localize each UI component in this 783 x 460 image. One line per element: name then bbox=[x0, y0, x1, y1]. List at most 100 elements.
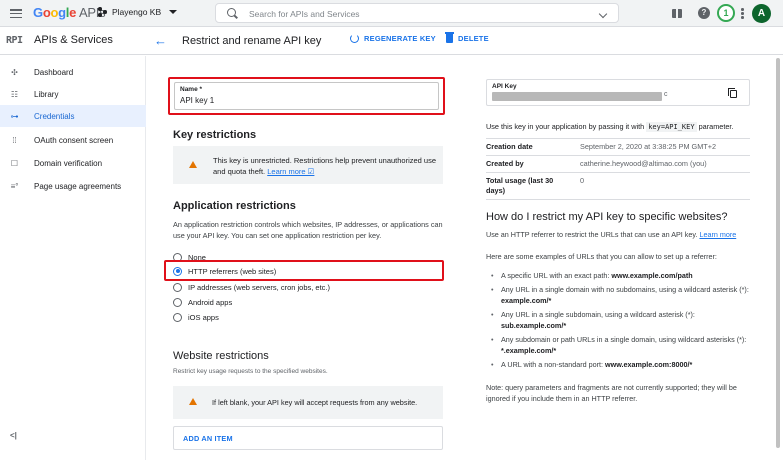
delete-label: DELETE bbox=[458, 34, 489, 43]
gift-icon[interactable] bbox=[672, 9, 682, 18]
warning-text: This key is unrestricted. Restrictions h… bbox=[213, 156, 437, 176]
library-icon: ☷ bbox=[10, 89, 19, 99]
sidebar-item-page-usage[interactable]: ≡° Page usage agreements bbox=[0, 175, 146, 197]
api-key-field[interactable]: API Key c bbox=[486, 79, 750, 106]
radio-label: iOS apps bbox=[188, 312, 219, 322]
regenerate-key-button[interactable]: REGENERATE KEY bbox=[350, 34, 436, 43]
list-item: Any URL in a single subdomain, using a w… bbox=[491, 309, 753, 331]
warning-icon bbox=[189, 161, 197, 168]
project-icon bbox=[98, 7, 108, 17]
avatar[interactable]: A bbox=[752, 4, 771, 23]
sidebar-item-oauth-consent[interactable]: ⁞⁞ OAuth consent screen bbox=[0, 129, 146, 151]
creation-date-value: September 2, 2020 at 3:38:25 PM GMT+2 bbox=[580, 138, 750, 156]
settings-list-icon: ≡° bbox=[10, 181, 19, 191]
website-restrictions-description: Restrict key usage requests to the speci… bbox=[173, 368, 328, 375]
page-title: Restrict and rename API key bbox=[182, 35, 322, 47]
copy-icon[interactable] bbox=[728, 88, 737, 98]
sidebar-item-domain-verification[interactable]: ☐ Domain verification bbox=[0, 152, 146, 174]
page-header: RPI APIs & Services ← Restrict and renam… bbox=[0, 27, 783, 55]
collapse-sidebar-icon[interactable]: <| bbox=[10, 431, 17, 440]
list-item: Any subdomain or path URLs in a single d… bbox=[491, 334, 753, 356]
project-name: Playengo KB bbox=[112, 7, 162, 17]
search-bar[interactable]: Search for APIs and Services bbox=[215, 3, 619, 23]
table-row: Creation date September 2, 2020 at 3:38:… bbox=[486, 138, 750, 156]
radio-button[interactable] bbox=[173, 282, 182, 292]
total-usage-label: Total usage (last 30 days) bbox=[486, 172, 580, 200]
name-field-label: Name * bbox=[180, 86, 203, 93]
learn-more-link[interactable]: Learn more ☑ bbox=[267, 167, 314, 176]
radio-ios-apps[interactable]: iOS apps bbox=[173, 310, 219, 324]
key-restrictions-heading: Key restrictions bbox=[173, 129, 257, 141]
api-logo: RPI bbox=[6, 35, 23, 46]
search-icon bbox=[227, 8, 236, 17]
add-item-label: ADD AN ITEM bbox=[183, 434, 233, 443]
learn-more-link[interactable]: Learn more bbox=[699, 230, 736, 239]
name-field[interactable]: Name * bbox=[174, 82, 439, 110]
regenerate-key-label: REGENERATE KEY bbox=[364, 34, 436, 43]
kebab-menu-icon[interactable] bbox=[741, 8, 744, 19]
chevron-down-icon[interactable] bbox=[598, 9, 608, 19]
application-restrictions-heading: Application restrictions bbox=[173, 200, 296, 212]
radio-ip-addresses[interactable]: IP addresses (web servers, cron jobs, et… bbox=[173, 280, 330, 294]
name-field-highlight: Name * bbox=[168, 77, 445, 115]
use-key-prefix: Use this key in your application by pass… bbox=[486, 122, 645, 131]
radio-button-selected[interactable] bbox=[173, 266, 182, 276]
sidebar-item-library[interactable]: ☷ Library bbox=[0, 83, 146, 105]
project-selector[interactable]: Playengo KB bbox=[98, 7, 178, 17]
radio-label: IP addresses (web servers, cron jobs, et… bbox=[188, 282, 331, 292]
key-info-table: Creation date September 2, 2020 at 3:38:… bbox=[486, 138, 750, 200]
list-item: A URL with a non-standard port: www.exam… bbox=[491, 359, 753, 370]
radio-label: Android apps bbox=[188, 297, 233, 307]
checkbox-icon: ☐ bbox=[10, 158, 19, 168]
created-by-value: catherine.heywood@altimao.com (you) bbox=[580, 155, 750, 173]
website-restrictions-heading: Website restrictions bbox=[173, 350, 269, 362]
unrestricted-warning: This key is unrestricted. Restrictions h… bbox=[173, 146, 443, 184]
trash-icon bbox=[445, 32, 454, 43]
menu-icon[interactable] bbox=[10, 9, 22, 19]
consent-icon: ⁞⁞ bbox=[12, 135, 17, 145]
product-title: APIs & Services bbox=[34, 34, 113, 46]
refresh-icon bbox=[350, 34, 359, 43]
radio-button[interactable] bbox=[173, 297, 182, 307]
sidebar: ✣ Dashboard ☷ Library ⊶ Credentials ⁞⁞ O… bbox=[0, 56, 146, 460]
add-item-button[interactable]: ADD AN ITEM bbox=[173, 426, 443, 450]
google-apis-logo[interactable]: Google APIs bbox=[33, 5, 106, 20]
api-key-label: API Key bbox=[492, 83, 517, 90]
warning-text: If left blank, your API key will accept … bbox=[212, 398, 418, 407]
help-icon[interactable]: ? bbox=[698, 7, 710, 19]
api-key-tail: c bbox=[664, 91, 668, 98]
name-input[interactable] bbox=[180, 96, 380, 105]
radio-android-apps[interactable]: Android apps bbox=[173, 295, 232, 309]
sidebar-item-label: Credentials bbox=[34, 111, 75, 121]
top-app-bar: Google APIs Playengo KB Search for APIs a… bbox=[0, 0, 783, 27]
created-by-label: Created by bbox=[486, 155, 580, 173]
scrollbar-thumb[interactable] bbox=[776, 58, 780, 448]
scrollbar[interactable] bbox=[775, 56, 781, 451]
creation-date-label: Creation date bbox=[486, 138, 580, 156]
referrer-note: Note: query parameters and fragments are… bbox=[486, 383, 737, 403]
list-item: Any URL in a single domain with no subdo… bbox=[491, 284, 753, 306]
notification-badge[interactable]: 1 bbox=[717, 4, 735, 22]
sidebar-item-label: Dashboard bbox=[34, 67, 74, 77]
sidebar-item-label: OAuth consent screen bbox=[34, 135, 114, 145]
howto-description: Use an HTTP referrer to restrict the URL… bbox=[486, 230, 736, 239]
use-key-instruction: Use this key in your application by pass… bbox=[486, 122, 734, 132]
radio-http-referrers[interactable]: HTTP referrers (web sites) bbox=[173, 264, 276, 278]
blank-referrer-warning: If left blank, your API key will accept … bbox=[173, 386, 443, 419]
application-restrictions-description: An application restriction controls whic… bbox=[173, 220, 443, 240]
radio-button[interactable] bbox=[173, 312, 182, 322]
examples-list: A specific URL with an exact path: www.e… bbox=[491, 270, 753, 373]
dashboard-icon: ✣ bbox=[11, 67, 18, 77]
api-key-redacted bbox=[492, 92, 662, 101]
examples-intro: Here are some examples of URLs that you … bbox=[486, 252, 717, 261]
table-row: Created by catherine.heywood@altimao.com… bbox=[486, 155, 750, 173]
sidebar-item-label: Library bbox=[34, 89, 59, 99]
howto-heading: How do I restrict my API key to specific… bbox=[486, 211, 728, 223]
delete-button[interactable]: DELETE bbox=[445, 32, 489, 43]
total-usage-value: 0 bbox=[580, 172, 750, 200]
back-arrow-icon[interactable]: ← bbox=[154, 33, 167, 48]
sidebar-item-dashboard[interactable]: ✣ Dashboard bbox=[0, 61, 146, 83]
sidebar-item-credentials[interactable]: ⊶ Credentials bbox=[0, 105, 146, 127]
search-input[interactable]: Search for APIs and Services bbox=[249, 9, 360, 19]
sidebar-item-label: Page usage agreements bbox=[34, 181, 122, 191]
